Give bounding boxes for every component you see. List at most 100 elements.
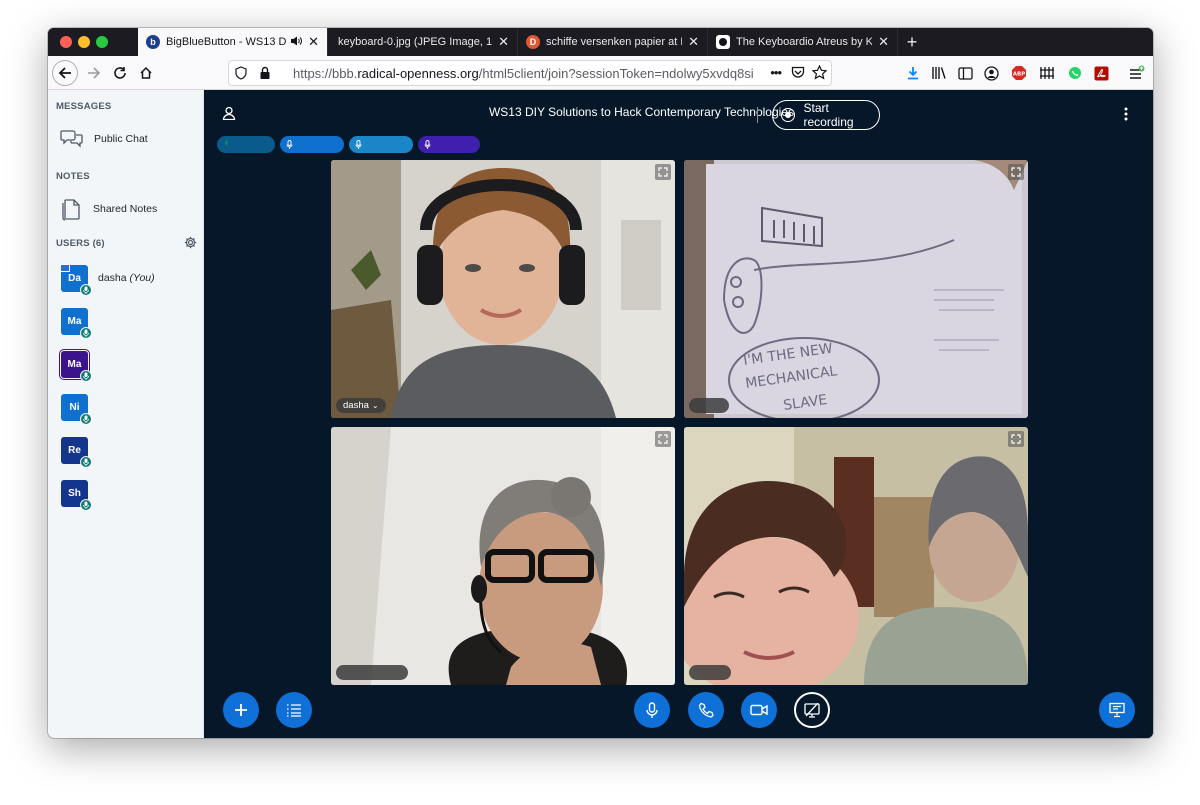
grid-extension-icon	[1040, 67, 1054, 79]
phone-icon	[698, 702, 714, 718]
video-user-label[interactable]	[689, 398, 729, 413]
user-list-item[interactable]: Ma	[59, 347, 201, 382]
webcam-feed-two-people	[684, 427, 1028, 685]
pdf-button[interactable]	[1090, 62, 1112, 84]
video-tile-dasha[interactable]: dasha ⌄	[331, 160, 675, 418]
tab-strip: b BigBlueButton - WS13 DIY S ✕ keyboard-…	[48, 28, 1153, 56]
main-meeting-area: WS13 DIY Solutions to Hack Contemporary …	[204, 90, 1153, 738]
fullscreen-button[interactable]	[655, 164, 671, 180]
avatar-initials: Ma	[67, 358, 82, 370]
mute-microphone-button[interactable]	[634, 692, 670, 728]
user-name: dasha (You)	[98, 272, 155, 284]
talking-indicator[interactable]	[280, 136, 344, 153]
menu-button[interactable]	[1126, 62, 1148, 84]
notes-header: NOTES	[56, 171, 90, 182]
leave-audio-button[interactable]	[688, 692, 724, 728]
new-tab-button[interactable]: +	[898, 28, 926, 56]
video-tile-headset[interactable]	[331, 427, 675, 685]
user-list-item[interactable]: Ni	[61, 390, 201, 425]
talking-indicator[interactable]	[418, 136, 480, 153]
close-tab-icon[interactable]: ✕	[308, 34, 319, 50]
tab-keyboardio[interactable]: The Keyboardio Atreus by Keyb ✕	[708, 28, 898, 56]
lock-icon[interactable]	[259, 66, 271, 83]
polls-list-button[interactable]	[276, 692, 312, 728]
expand-icon	[658, 167, 668, 177]
video-user-label[interactable]	[336, 665, 408, 680]
avatar-initials: Sh	[68, 487, 81, 499]
public-chat-item[interactable]: Public Chat	[60, 128, 148, 150]
start-recording-button[interactable]: Start recording	[772, 100, 880, 130]
tab-keyboard-image[interactable]: keyboard-0.jpg (JPEG Image, 1024 ✕	[328, 28, 518, 56]
library-button[interactable]	[928, 62, 950, 84]
user-list-item[interactable]: Sh	[61, 476, 201, 511]
url-path: /html5client/join?sessionToken=ndolwy5xv…	[478, 65, 754, 81]
video-user-label[interactable]: dasha ⌄	[336, 398, 386, 413]
fullscreen-button[interactable]	[655, 431, 671, 447]
shield-icon[interactable]	[235, 66, 247, 83]
adblock-plus-button[interactable]: ABP	[1008, 62, 1030, 84]
close-window-button[interactable]	[60, 36, 72, 48]
talking-indicator[interactable]	[217, 136, 275, 153]
account-button[interactable]	[980, 62, 1002, 84]
options-kebab-icon[interactable]	[1124, 107, 1128, 126]
user-settings-gear-icon[interactable]	[184, 236, 197, 254]
shared-notes-label: Shared Notes	[93, 203, 158, 215]
home-button[interactable]	[134, 61, 158, 85]
share-webcam-button[interactable]	[741, 692, 777, 728]
bookmark-star-icon[interactable]	[811, 64, 828, 83]
shared-notes-item[interactable]: Shared Notes	[60, 197, 157, 221]
sidebar-toggle-button[interactable]	[954, 62, 976, 84]
tab-duckduckgo[interactable]: D schiffe versenken papier at Duc ✕	[518, 28, 708, 56]
window-controls	[48, 28, 138, 56]
microphone-status-icon	[80, 283, 92, 296]
tab-bigbluebutton[interactable]: b BigBlueButton - WS13 DIY S ✕	[138, 28, 328, 56]
you-label: (You)	[129, 272, 155, 284]
bbb-logo-icon: b	[146, 35, 160, 49]
close-tab-icon[interactable]: ✕	[878, 34, 889, 50]
public-chat-label: Public Chat	[94, 133, 148, 145]
user-list-item[interactable]: Ma	[61, 304, 201, 339]
home-icon	[140, 66, 152, 79]
bbb-app: MESSAGES Public Chat NOTES Shared Notes …	[48, 90, 1153, 738]
reload-button[interactable]	[108, 61, 132, 85]
video-user-label[interactable]	[689, 665, 731, 680]
share-screen-button[interactable]	[794, 692, 830, 728]
maximize-window-button[interactable]	[96, 36, 108, 48]
whatsapp-icon	[1069, 67, 1081, 79]
fullscreen-button[interactable]	[1008, 431, 1024, 447]
presentation-icon	[1109, 702, 1125, 718]
microphone-status-icon	[80, 369, 92, 382]
url-bar[interactable]: https://bbb. radical-openness.org/html5cl…	[228, 60, 832, 86]
talking-indicator[interactable]	[349, 136, 413, 153]
microphone-icon	[225, 140, 228, 146]
user-list-item[interactable]: Re	[61, 433, 201, 468]
actions-plus-button[interactable]	[223, 692, 259, 728]
downloads-button[interactable]	[902, 62, 924, 84]
video-tile-drawing[interactable]: I'M THE NEW MECHANICAL SLAVE	[684, 160, 1028, 418]
speaker-icon[interactable]	[290, 36, 303, 49]
fullscreen-button[interactable]	[1008, 164, 1024, 180]
whatsapp-button[interactable]	[1064, 62, 1086, 84]
users-header: USERS (6)	[56, 238, 105, 249]
svg-text:ABP: ABP	[1013, 72, 1025, 78]
pocket-icon[interactable]	[791, 66, 805, 82]
microphone-status-icon	[80, 326, 92, 339]
navigation-toolbar: https://bbb. radical-openness.org/html5cl…	[48, 56, 1153, 90]
keyboardio-icon	[716, 35, 730, 49]
video-camera-icon	[750, 704, 768, 716]
back-button[interactable]	[52, 60, 78, 86]
messages-header: MESSAGES	[56, 101, 112, 112]
avatar-initials: Re	[68, 444, 81, 456]
url-domain: radical-openness.org	[357, 65, 479, 81]
presentation-button[interactable]	[1099, 692, 1135, 728]
forward-button[interactable]	[82, 61, 106, 85]
user-list-item[interactable]: Da dasha (You)	[60, 261, 201, 296]
avatar: Re	[61, 436, 92, 468]
page-actions-menu[interactable]: •••	[762, 65, 782, 80]
video-tile-two-people[interactable]	[684, 427, 1028, 685]
minimize-window-button[interactable]	[78, 36, 90, 48]
microphone-status-icon	[80, 412, 92, 425]
close-tab-icon[interactable]: ✕	[688, 34, 699, 50]
extension-button[interactable]	[1036, 62, 1058, 84]
close-tab-icon[interactable]: ✕	[498, 34, 509, 50]
